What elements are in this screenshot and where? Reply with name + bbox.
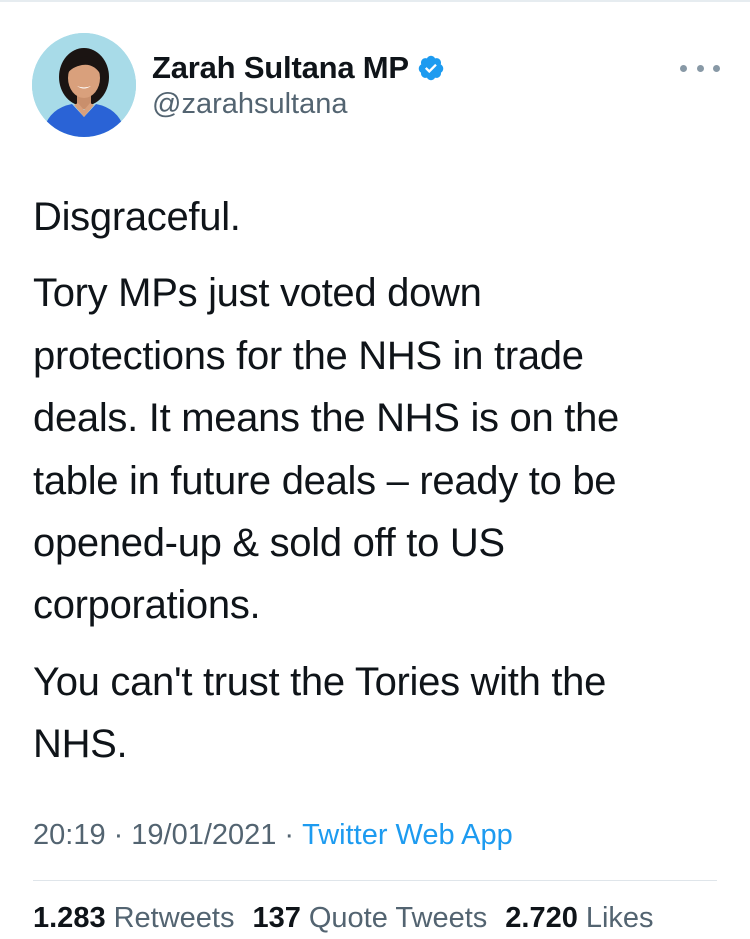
author-handle[interactable]: @zarahsultana xyxy=(152,88,348,121)
author-name-row[interactable]: Zarah Sultana MP xyxy=(152,50,445,86)
tweet-source-link[interactable]: Twitter Web App xyxy=(302,819,513,852)
tweet-line: deals. It means the NHS is on the xyxy=(33,396,619,441)
likes-label: Likes xyxy=(585,901,654,934)
tweet-date[interactable]: 19/01/2021 xyxy=(131,819,276,852)
likes-count: 2.720 xyxy=(505,901,578,934)
tweet-line: You can't trust the Tories with the xyxy=(33,659,607,704)
profile-photo-icon xyxy=(32,33,136,137)
more-dot xyxy=(696,64,704,72)
quote-tweets-count: 137 xyxy=(252,901,301,934)
tweet-line: protections for the NHS in trade xyxy=(33,333,584,378)
tweet-text: Disgraceful. Tory MPs just voted down pr… xyxy=(33,186,723,776)
author-display-name[interactable]: Zarah Sultana MP xyxy=(152,50,409,86)
likes-stat[interactable]: 2.720 Likes xyxy=(505,902,653,935)
quote-tweets-stat[interactable]: 137 Quote Tweets xyxy=(252,902,487,935)
tweet-line: corporations. xyxy=(33,583,261,628)
tweet-paragraph: Tory MPs just voted down protections for… xyxy=(33,262,723,636)
top-divider xyxy=(0,0,750,2)
meta-separator: · xyxy=(284,818,295,851)
engagement-stats: 1.283 Retweets 137 Quote Tweets 2.720 Li… xyxy=(33,898,654,938)
tweet-card: Zarah Sultana MP @zarahsultana Disgracef… xyxy=(0,0,750,939)
meta-separator: · xyxy=(113,818,124,851)
retweets-label: Retweets xyxy=(113,901,235,934)
tweet-paragraph: Disgraceful. xyxy=(33,186,723,248)
tweet-meta: 20:19 · 19/01/2021 · Twitter Web App xyxy=(33,815,513,855)
more-dot xyxy=(713,64,720,72)
avatar[interactable] xyxy=(32,33,136,137)
tweet-line: Disgraceful. xyxy=(33,195,241,239)
tweet-time[interactable]: 20:19 xyxy=(33,819,106,852)
tweet-line: Tory MPs just voted down xyxy=(33,271,482,316)
verified-badge-icon xyxy=(417,54,445,82)
tweet-line: NHS. xyxy=(33,722,128,767)
more-dot xyxy=(680,64,687,72)
quote-tweets-label: Quote Tweets xyxy=(308,901,488,934)
retweets-count: 1.283 xyxy=(33,901,106,934)
more-options-icon[interactable] xyxy=(680,56,720,80)
tweet-paragraph: You can't trust the Tories with the NHS. xyxy=(33,651,723,776)
tweet-line: table in future deals – ready to be xyxy=(33,458,617,503)
retweets-stat[interactable]: 1.283 Retweets xyxy=(33,902,234,935)
tweet-line: opened-up & sold off to US xyxy=(33,521,505,566)
stats-divider xyxy=(33,880,717,881)
